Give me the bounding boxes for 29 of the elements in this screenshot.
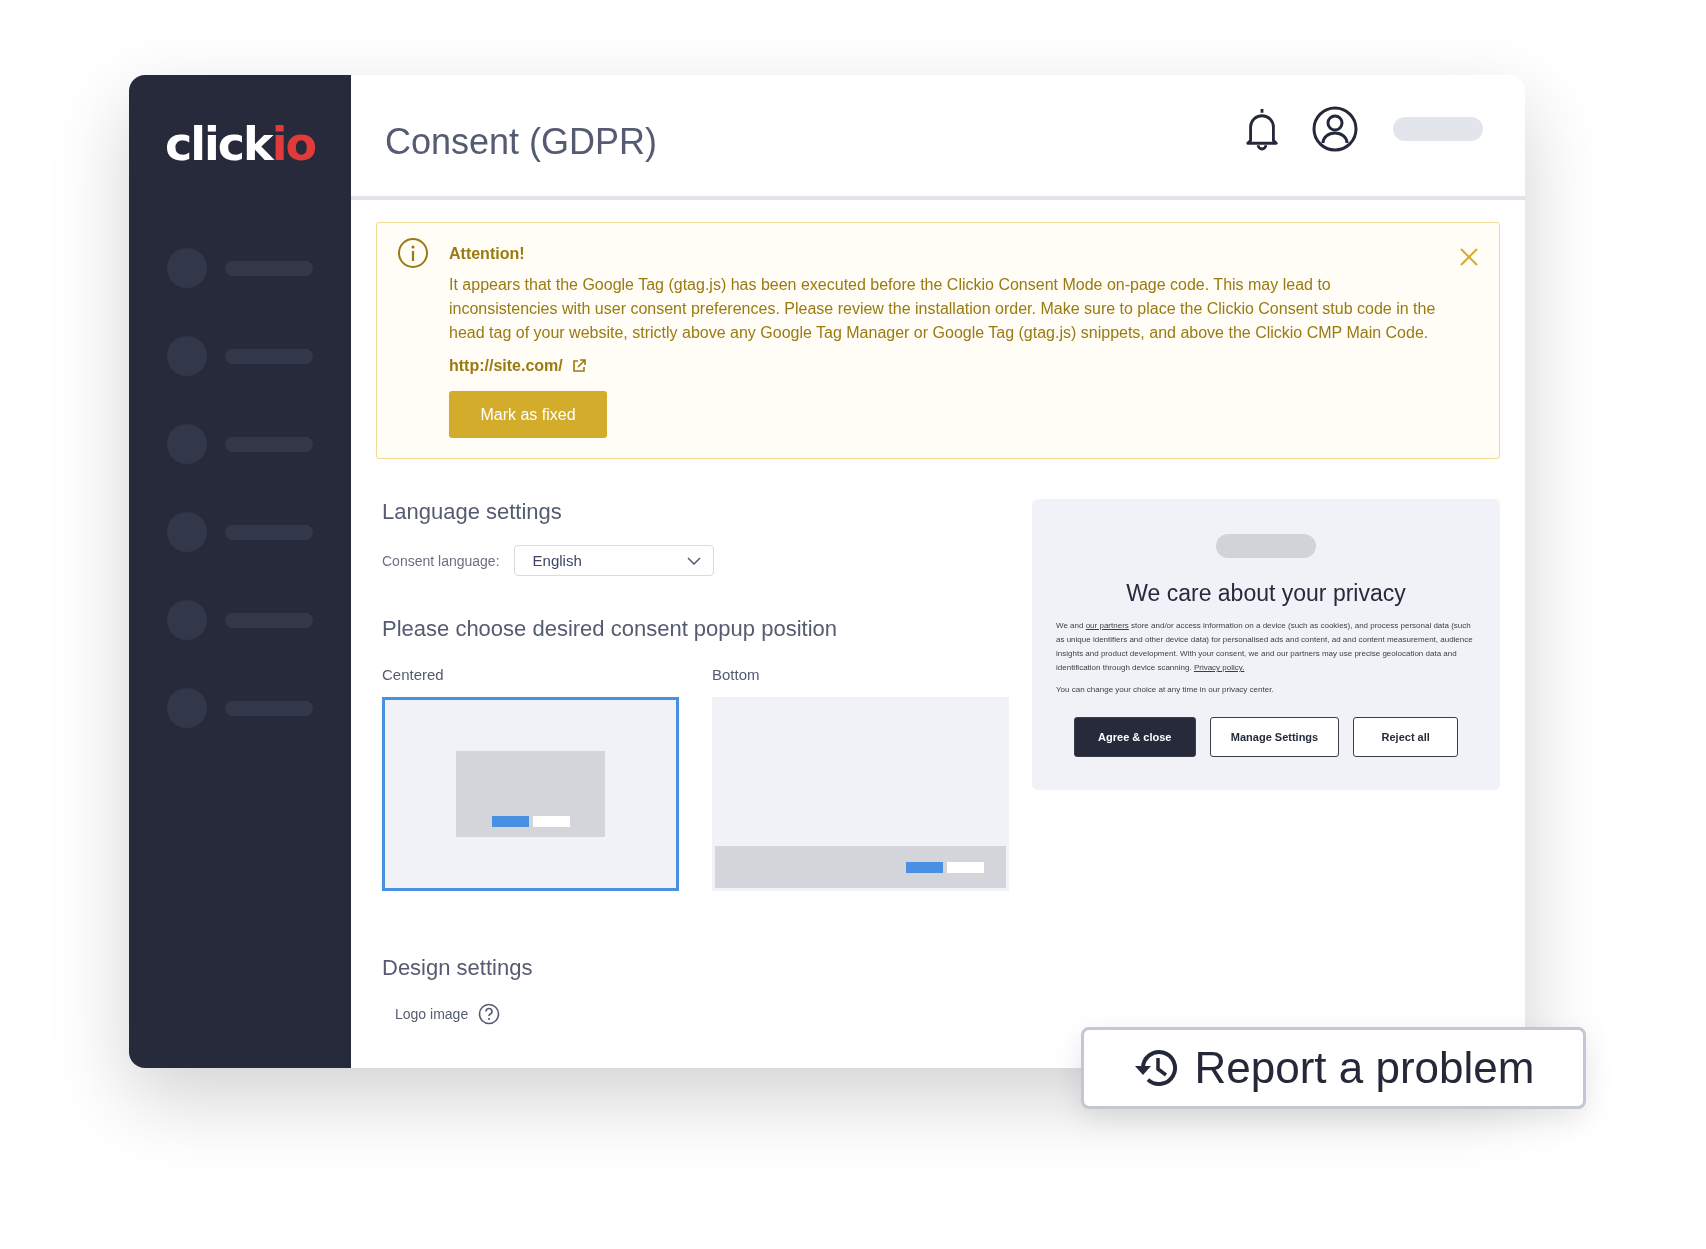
- user-avatar-icon[interactable]: [1311, 104, 1359, 153]
- logo: clickio: [164, 117, 315, 173]
- field-label: Logo image: [395, 1006, 469, 1022]
- popup-text: We and our partners store and/or access information on a device (such as cookies), and process personal data (such as unique identifiers and other device data) for personalised ads and content, ad and content measurement, audience insights and product development. With your consent, we and our partners may use precise geolocation data and identification through device scanning. Privacy policy.: [1056, 620, 1474, 674]
- position-option[interactable]: [382, 697, 679, 891]
- popup-button[interactable]: Reject all: [1353, 717, 1459, 757]
- section-heading: Design settings: [382, 955, 534, 981]
- site-link[interactable]: http://site.com/: [449, 357, 563, 375]
- help-icon[interactable]: [478, 1003, 501, 1025]
- popup-button[interactable]: Manage Settings: [1209, 717, 1340, 757]
- section-heading: Please choose desired consent popup position: [382, 616, 838, 642]
- language-dropdown[interactable]: English: [513, 545, 714, 576]
- close-icon[interactable]: [1459, 247, 1479, 267]
- text-link[interactable]: our partners: [1085, 621, 1129, 630]
- option-label: Centered: [382, 666, 445, 683]
- alert-message: It appears that the Google Tag (gtag.js) has been executed before the Clickio Consent Mode on-page code. This may lead to inconsistencies with user consent preferences. Please review the installation order. Make sure to place the Clickio Consent stub code in the head tag of your website, strictly above any Google Tag Manager or Google Tag (gtag.js) snippets, and above the Clickio CMP Main Code.: [449, 275, 1437, 343]
- popup-title: We care about your privacy: [1126, 580, 1406, 607]
- alert-title: Attention!: [449, 245, 526, 263]
- external-link-icon[interactable]: [570, 358, 587, 374]
- field-label: Consent language:: [382, 552, 500, 569]
- report-problem-button[interactable]: Report a problem: [1081, 1027, 1586, 1109]
- page-title: Consent (GDPR): [385, 120, 658, 163]
- agree-button[interactable]: Agree & close: [1073, 717, 1196, 757]
- popup-text: You can change your choice at any time in our privacy center.: [1056, 684, 1275, 696]
- info-icon: [397, 237, 429, 269]
- option-label: Bottom: [712, 666, 761, 683]
- text-link[interactable]: Privacy policy.: [1193, 663, 1245, 672]
- section-heading: Language settings: [382, 499, 563, 525]
- chevron-down-icon: [686, 556, 701, 565]
